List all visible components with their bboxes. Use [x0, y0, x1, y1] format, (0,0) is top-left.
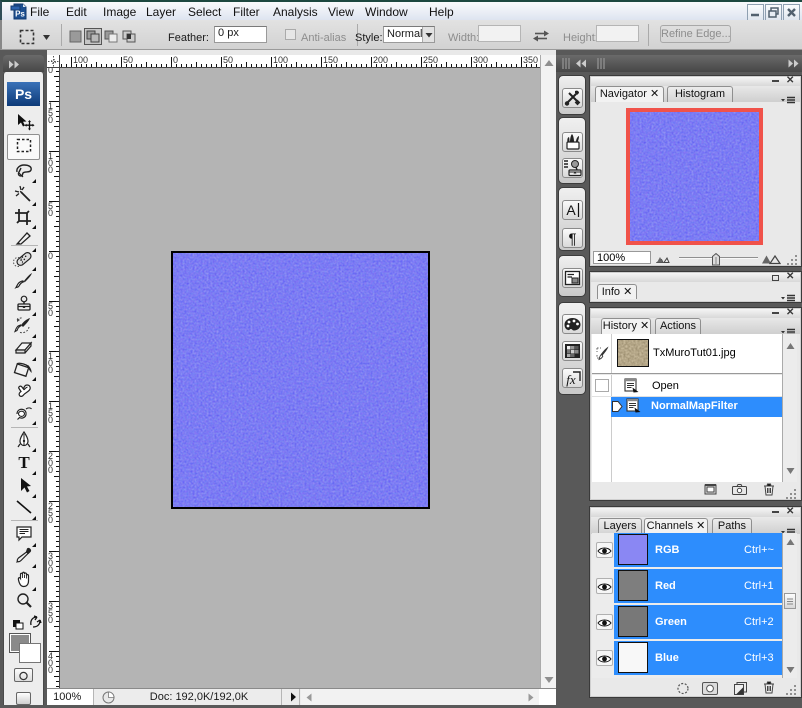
- svg-text:¶: ¶: [568, 231, 576, 248]
- svg-text:Ps: Ps: [15, 10, 25, 19]
- svg-text:T: T: [18, 454, 30, 471]
- svg-text:A: A: [566, 202, 576, 218]
- svg-text:fx: fx: [566, 372, 576, 387]
